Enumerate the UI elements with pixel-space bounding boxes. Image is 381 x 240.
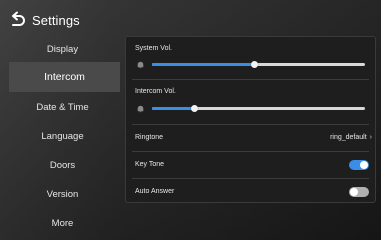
- sidebar-item-label: Date & Time: [36, 101, 89, 113]
- intercom-vol-slider[interactable]: [152, 105, 365, 112]
- toggle-knob: [350, 188, 358, 196]
- intercom-vol-fill: [152, 107, 195, 110]
- sidebar-item-label: Version: [46, 188, 79, 200]
- system-vol-label: System Vol.: [135, 45, 172, 52]
- chevron-right-icon: ›: [369, 134, 372, 141]
- sidebar-item-label: Intercom: [44, 71, 85, 83]
- key-tone-label: Key Tone: [135, 161, 165, 168]
- sidebar-item-more[interactable]: More: [0, 210, 125, 236]
- bell-icon: [137, 105, 144, 113]
- bell-icon: [137, 61, 144, 69]
- divider: [132, 79, 369, 80]
- divider: [132, 151, 369, 152]
- sidebar-item-label: Display: [46, 43, 79, 55]
- sidebar-item-version[interactable]: Version: [0, 181, 125, 207]
- ringtone-select[interactable]: ring_default ›: [330, 134, 372, 141]
- system-vol-fill: [152, 63, 255, 66]
- sidebar-item-label: More: [51, 217, 74, 229]
- key-tone-toggle[interactable]: [349, 160, 369, 170]
- system-vol-slider[interactable]: [152, 61, 365, 68]
- intercom-vol-label: Intercom Vol.: [135, 88, 176, 95]
- sidebar-item-display[interactable]: Display: [0, 36, 125, 62]
- divider: [132, 124, 369, 125]
- sidebar-item-intercom[interactable]: Intercom: [9, 62, 120, 92]
- settings-panel: System Vol. Intercom Vol. Ringtone ring_…: [125, 36, 376, 203]
- sidebar-item-language[interactable]: Language: [0, 123, 125, 149]
- sidebar-item-label: Language: [41, 130, 84, 142]
- auto-answer-toggle[interactable]: [349, 187, 369, 197]
- back-arrow-icon[interactable]: [8, 11, 26, 29]
- sidebar-item-label: Doors: [49, 159, 76, 171]
- header: Settings: [8, 10, 80, 30]
- system-vol-thumb[interactable]: [250, 61, 258, 68]
- page-title: Settings: [32, 12, 80, 28]
- divider: [132, 178, 369, 179]
- auto-answer-label: Auto Answer: [135, 188, 175, 195]
- sidebar-item-doors[interactable]: Doors: [0, 152, 125, 178]
- ringtone-label: Ringtone: [135, 134, 164, 141]
- ringtone-value: ring_default: [330, 134, 367, 141]
- toggle-knob: [360, 161, 368, 169]
- sidebar-item-date-time[interactable]: Date & Time: [0, 94, 125, 120]
- intercom-vol-thumb[interactable]: [191, 105, 199, 112]
